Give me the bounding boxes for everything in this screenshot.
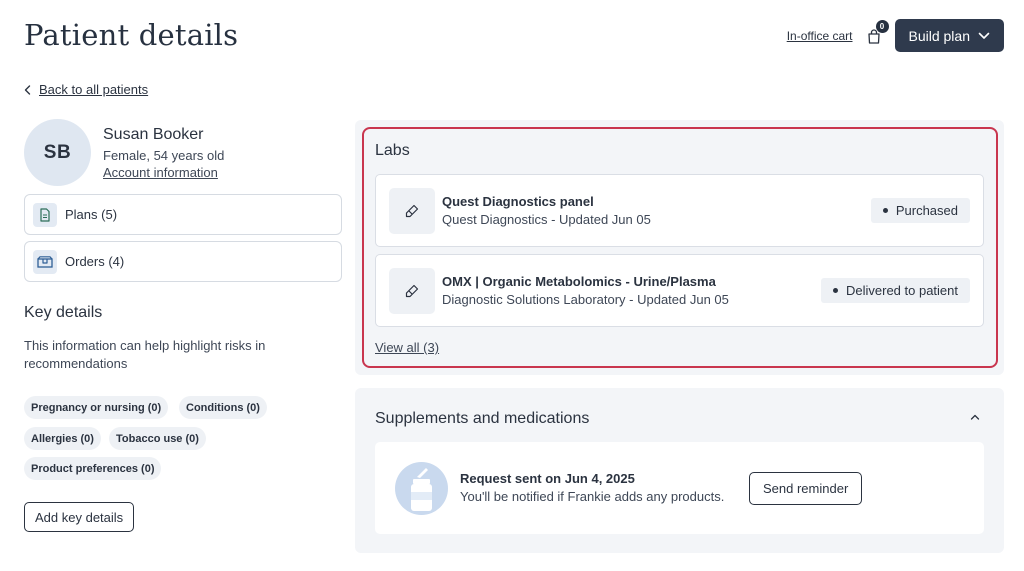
request-title: Request sent on Jun 4, 2025 [460, 471, 635, 486]
orders-card[interactable]: Orders (4) [24, 241, 342, 282]
lab-name: OMX | Organic Metabolomics - Urine/Plasm… [442, 274, 716, 289]
add-key-details-button[interactable]: Add key details [24, 502, 135, 532]
labs-highlight [362, 127, 998, 368]
build-plan-label: Build plan [908, 27, 971, 44]
chip-tobacco[interactable]: Tobacco use (0) [109, 427, 206, 450]
supplement-bottle-icon [395, 462, 448, 515]
chevron-down-icon [978, 32, 990, 39]
supplements-title: Supplements and medications [375, 410, 590, 427]
chevron-left-icon [24, 84, 31, 95]
box-icon [33, 249, 57, 274]
header-actions: In-office cart 0 Build plan [787, 19, 1004, 52]
chip-allergies[interactable]: Allergies (0) [24, 427, 101, 450]
patient-name: Susan Booker [103, 126, 204, 143]
shopping-bag-icon[interactable]: 0 [867, 19, 889, 44]
status-badge: Delivered to patient [820, 278, 970, 303]
back-link-label[interactable]: Back to all patients [39, 82, 148, 97]
plans-card[interactable]: Plans (5) [24, 194, 342, 235]
patient-demographics: Female, 54 years old [103, 148, 225, 163]
status-label: Purchased [895, 203, 958, 218]
chip-pregnancy[interactable]: Pregnancy or nursing (0) [24, 396, 169, 419]
supplement-request-card: Request sent on Jun 4, 2025 You'll be no… [375, 442, 984, 534]
key-details-title: Key details [24, 304, 103, 321]
page-title: Patient details [24, 18, 239, 52]
orders-label: Orders (4) [65, 254, 125, 269]
lab-name: Quest Diagnostics panel [442, 194, 594, 209]
back-to-patients[interactable]: Back to all patients [24, 82, 148, 97]
avatar: SB [24, 119, 91, 186]
cart-count-badge: 0 [875, 19, 889, 33]
chip-conditions[interactable]: Conditions (0) [179, 396, 267, 419]
chip-product-preferences[interactable]: Product preferences (0) [24, 457, 162, 480]
document-icon [33, 202, 57, 227]
pipette-icon [389, 188, 435, 234]
request-subtitle: You'll be notified if Frankie adds any p… [460, 489, 725, 504]
lab-card[interactable]: Quest Diagnostics panel Quest Diagnostic… [375, 174, 984, 247]
view-all-labs-link[interactable]: View all (3) [375, 340, 439, 355]
key-details-description: This information can help highlight risk… [24, 338, 266, 371]
lab-card[interactable]: OMX | Organic Metabolomics - Urine/Plasm… [375, 254, 984, 327]
status-label: Delivered to patient [845, 283, 958, 298]
plans-label: Plans (5) [65, 207, 118, 222]
chevron-up-icon[interactable] [968, 410, 982, 424]
account-information-link[interactable]: Account information [103, 165, 218, 180]
build-plan-button[interactable]: Build plan [894, 19, 1004, 52]
pipette-icon [389, 268, 435, 314]
send-reminder-button[interactable]: Send reminder [749, 472, 863, 505]
in-office-cart-link[interactable]: In-office cart [787, 29, 853, 43]
lab-provider: Diagnostic Solutions Laboratory - Update… [442, 292, 729, 307]
lab-provider: Quest Diagnostics - Updated Jun 05 [442, 212, 651, 227]
labs-title: Labs [375, 142, 410, 159]
status-badge: Purchased [870, 198, 970, 223]
